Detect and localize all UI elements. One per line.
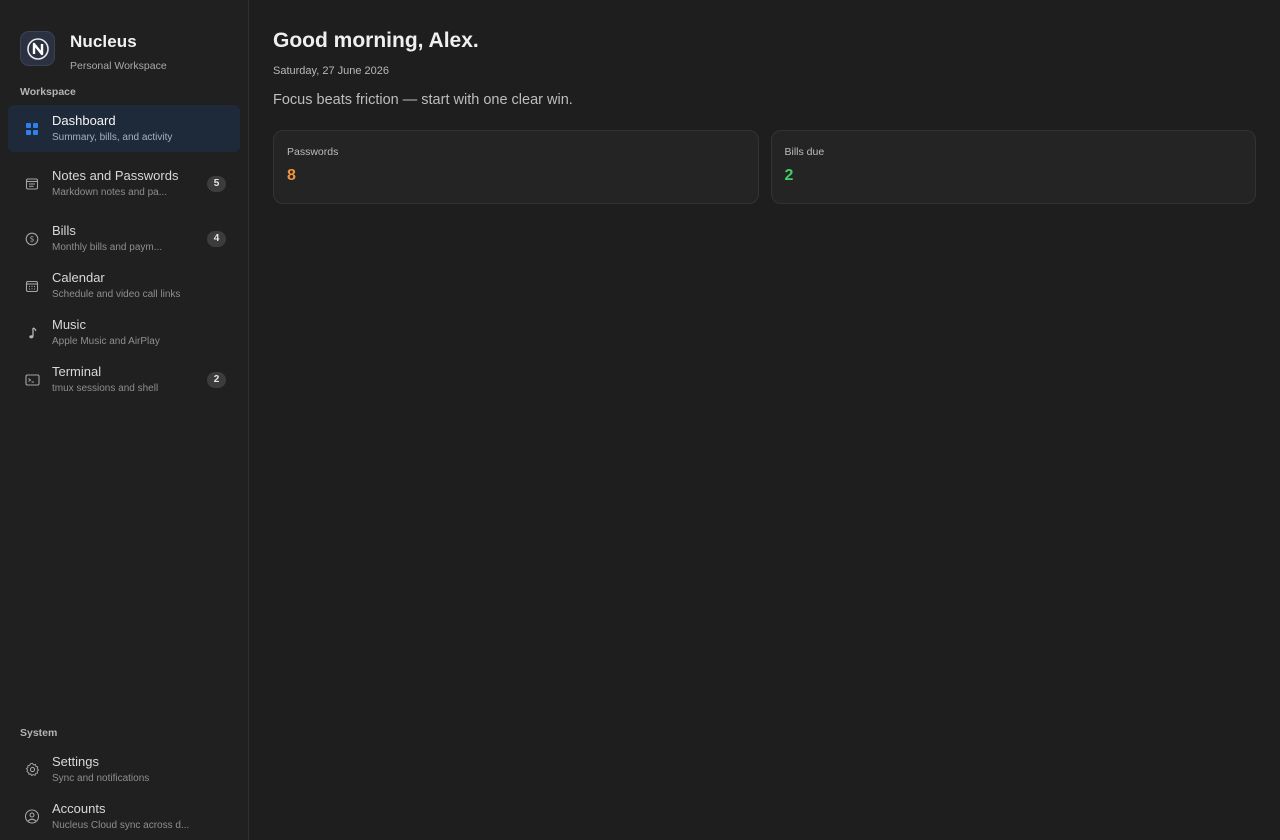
- sidebar-item-bills[interactable]: $ Bills Monthly bills and paym... 4: [8, 215, 240, 262]
- sidebar-item-description: Nucleus Cloud sync across d...: [52, 820, 190, 831]
- count-badge: 4: [207, 230, 226, 247]
- sidebar-item-description: Schedule and video call links: [52, 289, 181, 300]
- page-title: Good morning, Alex.: [273, 29, 479, 52]
- gear-icon: [22, 760, 42, 780]
- sidebar-item-label: Music: [52, 317, 86, 332]
- sidebar-item-settings[interactable]: Settings Sync and notifications: [8, 746, 240, 793]
- sidebar-item-label: Calendar: [52, 270, 105, 285]
- dashboard-main: Good morning, Alex. Saturday, 27 June 20…: [249, 0, 1280, 840]
- grid-icon: [22, 119, 42, 139]
- nucleus-logo-icon: [20, 31, 55, 66]
- sidebar-item-description: Summary, bills, and activity: [52, 132, 173, 143]
- sidebar-item-accounts[interactable]: Accounts Nucleus Cloud sync across d...: [8, 793, 240, 840]
- notes-icon: [22, 174, 42, 194]
- dollar-circle-icon: $: [22, 229, 42, 249]
- sidebar-item-label: Accounts: [52, 801, 106, 816]
- workspace-nav: Dashboard Summary, bills, and activity N…: [8, 105, 240, 403]
- stat-label: Passwords: [287, 146, 339, 158]
- sidebar-item-notes-and-passwords[interactable]: Notes and Passwords Markdown notes and p…: [8, 152, 240, 215]
- music-note-icon: [22, 323, 42, 343]
- sidebar-item-terminal[interactable]: Terminal tmux sessions and shell 2: [8, 356, 240, 403]
- sidebar-item-description: Apple Music and AirPlay: [52, 336, 160, 347]
- count-badge: 5: [207, 175, 226, 192]
- sidebar-item-label: Dashboard: [52, 113, 116, 128]
- sidebar-item-dashboard[interactable]: Dashboard Summary, bills, and activity: [8, 105, 240, 152]
- sidebar-item-label: Settings: [52, 754, 99, 769]
- sidebar-item-calendar[interactable]: Calendar Schedule and video call links: [8, 262, 240, 309]
- sidebar-item-description: Sync and notifications: [52, 773, 150, 784]
- stat-card-passwords[interactable]: Passwords 8: [273, 130, 759, 204]
- terminal-icon: [22, 370, 42, 390]
- app-window: Nucleus Personal Workspace Workspace Das…: [0, 0, 1280, 840]
- stat-label: Bills due: [784, 146, 825, 158]
- sidebar-item-description: Monthly bills and paym...: [52, 242, 163, 253]
- workspace-name: Personal Workspace: [70, 60, 167, 72]
- tagline: Focus beats friction — start with one cl…: [273, 92, 573, 108]
- sidebar-item-label: Notes and Passwords: [52, 168, 179, 183]
- sidebar-item-label: Terminal: [52, 364, 102, 379]
- svg-text:$: $: [30, 234, 35, 243]
- stat-value: 8: [287, 167, 296, 184]
- current-date: Saturday, 27 June 2026: [273, 65, 389, 77]
- system-nav: Settings Sync and notifications Accounts…: [8, 746, 240, 840]
- sidebar-item-description: tmux sessions and shell: [52, 383, 159, 394]
- accounts-icon: [22, 807, 42, 827]
- count-badge: 2: [207, 371, 226, 388]
- sidebar: Nucleus Personal Workspace Workspace Das…: [0, 0, 249, 840]
- app-name: Nucleus: [70, 32, 137, 51]
- calendar-icon: [22, 276, 42, 296]
- stat-value: 2: [784, 167, 794, 184]
- section-label-system: System: [20, 727, 58, 739]
- stats-row: Passwords 8 Bills due 2: [273, 130, 1256, 204]
- stat-card-bills-due[interactable]: Bills due 2: [770, 130, 1256, 204]
- sidebar-item-description: Markdown notes and pa...: [52, 187, 168, 198]
- section-label-workspace: Workspace: [20, 86, 76, 98]
- brand: Nucleus Personal Workspace: [20, 31, 167, 72]
- sidebar-item-label: Bills: [52, 223, 76, 238]
- sidebar-item-music[interactable]: Music Apple Music and AirPlay: [8, 309, 240, 356]
